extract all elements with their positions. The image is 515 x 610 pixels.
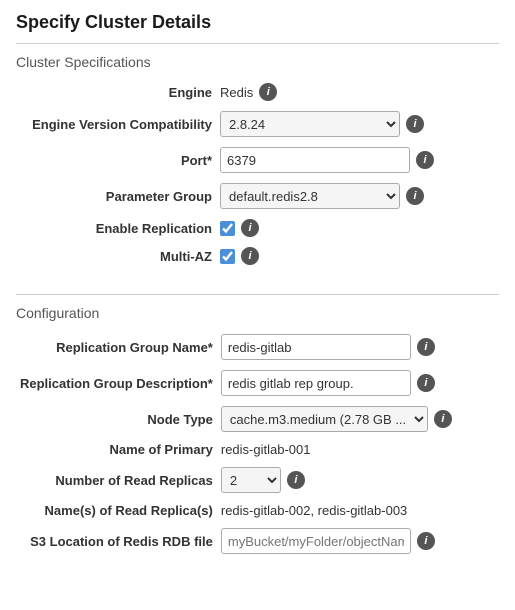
replication-group-desc-input[interactable]: [221, 370, 411, 396]
multi-az-checkbox[interactable]: [220, 249, 235, 264]
engine-version-info-icon[interactable]: i: [406, 115, 424, 133]
field-value-replication-group-name: i: [217, 329, 499, 365]
section-divider: [16, 43, 499, 44]
field-value-engine: Redis i: [216, 78, 499, 106]
table-row: S3 Location of Redis RDB file i: [16, 523, 499, 559]
field-label-engine-version: Engine Version Compatibility: [16, 106, 216, 142]
read-replica-names-value: redis-gitlab-002, redis-gitlab-003: [221, 503, 407, 518]
table-row: Replication Group Description* i: [16, 365, 499, 401]
field-value-name-of-primary: redis-gitlab-001: [217, 437, 499, 462]
read-replicas-info-icon[interactable]: i: [287, 471, 305, 489]
cluster-specifications-title: Cluster Specifications: [16, 54, 499, 70]
table-row: Port* i: [16, 142, 499, 178]
field-label-s3-location: S3 Location of Redis RDB file: [16, 523, 217, 559]
field-label-port: Port*: [16, 142, 216, 178]
engine-info-icon[interactable]: i: [259, 83, 277, 101]
table-row: Engine Redis i: [16, 78, 499, 106]
s3-location-input[interactable]: [221, 528, 411, 554]
table-row: Name of Primary redis-gitlab-001: [16, 437, 499, 462]
field-value-enable-replication: i: [216, 214, 499, 242]
field-value-replication-group-desc: i: [217, 365, 499, 401]
enable-replication-checkbox[interactable]: [220, 221, 235, 236]
table-row: Enable Replication i: [16, 214, 499, 242]
table-row: Engine Version Compatibility 2.8.24 i: [16, 106, 499, 142]
s3-location-info-icon[interactable]: i: [417, 532, 435, 550]
name-of-primary-value: redis-gitlab-001: [221, 442, 311, 457]
field-value-node-type: cache.m3.medium (2.78 GB ... i: [217, 401, 499, 437]
cluster-specifications-section: Cluster Specifications Engine Redis i En…: [16, 54, 499, 270]
configuration-section: Configuration Replication Group Name* i …: [16, 305, 499, 559]
replication-group-desc-info-icon[interactable]: i: [417, 374, 435, 392]
node-type-info-icon[interactable]: i: [434, 410, 452, 428]
cluster-specifications-table: Engine Redis i Engine Version Compatibil…: [16, 78, 499, 270]
field-label-node-type: Node Type: [16, 401, 217, 437]
field-value-read-replica-names: redis-gitlab-002, redis-gitlab-003: [217, 498, 499, 523]
replication-group-name-info-icon[interactable]: i: [417, 338, 435, 356]
parameter-group-select[interactable]: default.redis2.8: [220, 183, 400, 209]
field-label-read-replica-names: Name(s) of Read Replica(s): [16, 498, 217, 523]
field-label-replication-group-name: Replication Group Name*: [16, 329, 217, 365]
section-divider-2: [16, 294, 499, 295]
replication-group-name-input[interactable]: [221, 334, 411, 360]
field-label-replication-group-desc: Replication Group Description*: [16, 365, 217, 401]
field-label-multi-az: Multi-AZ: [16, 242, 216, 270]
table-row: Replication Group Name* i: [16, 329, 499, 365]
node-type-select[interactable]: cache.m3.medium (2.78 GB ...: [221, 406, 428, 432]
field-value-read-replicas: 2 i: [217, 462, 499, 498]
field-value-multi-az: i: [216, 242, 499, 270]
multi-az-info-icon[interactable]: i: [241, 247, 259, 265]
table-row: Parameter Group default.redis2.8 i: [16, 178, 499, 214]
engine-version-select[interactable]: 2.8.24: [220, 111, 400, 137]
page-title: Specify Cluster Details: [16, 12, 499, 33]
field-label-read-replicas: Number of Read Replicas: [16, 462, 217, 498]
configuration-table: Replication Group Name* i Replication Gr…: [16, 329, 499, 559]
table-row: Name(s) of Read Replica(s) redis-gitlab-…: [16, 498, 499, 523]
enable-replication-info-icon[interactable]: i: [241, 219, 259, 237]
table-row: Multi-AZ i: [16, 242, 499, 270]
field-value-port: i: [216, 142, 499, 178]
section-spacer: [16, 278, 499, 294]
parameter-group-info-icon[interactable]: i: [406, 187, 424, 205]
field-value-parameter-group: default.redis2.8 i: [216, 178, 499, 214]
read-replicas-select[interactable]: 2: [221, 467, 281, 493]
table-row: Node Type cache.m3.medium (2.78 GB ... i: [16, 401, 499, 437]
field-label-parameter-group: Parameter Group: [16, 178, 216, 214]
engine-value: Redis: [220, 85, 253, 100]
field-value-engine-version: 2.8.24 i: [216, 106, 499, 142]
field-label-enable-replication: Enable Replication: [16, 214, 216, 242]
field-label-name-of-primary: Name of Primary: [16, 437, 217, 462]
table-row: Number of Read Replicas 2 i: [16, 462, 499, 498]
port-info-icon[interactable]: i: [416, 151, 434, 169]
port-input[interactable]: [220, 147, 410, 173]
field-value-s3-location: i: [217, 523, 499, 559]
configuration-title: Configuration: [16, 305, 499, 321]
field-label-engine: Engine: [16, 78, 216, 106]
